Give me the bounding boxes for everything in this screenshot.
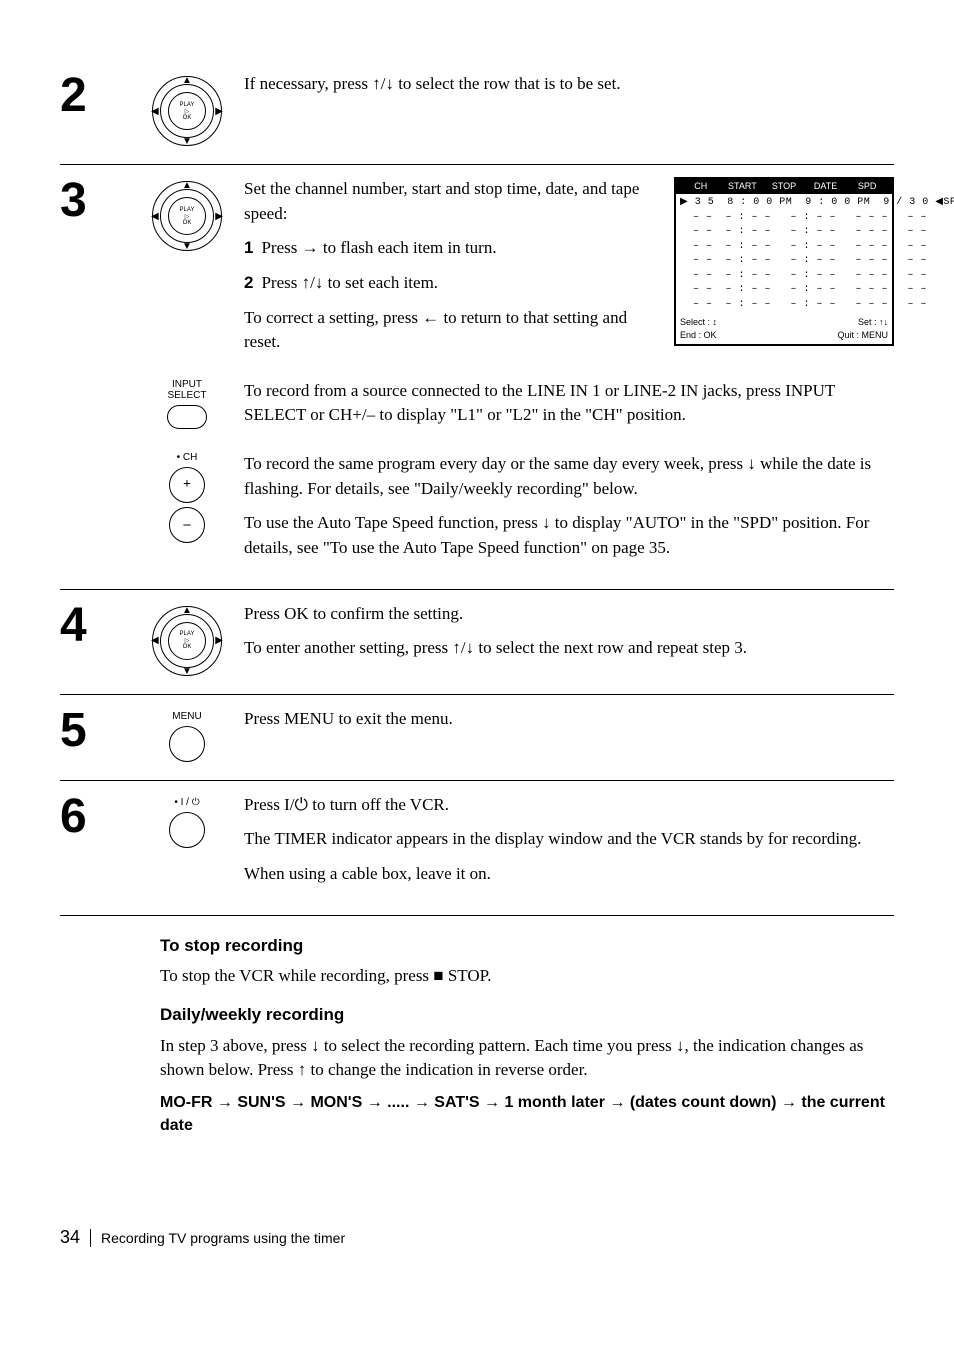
nav-wheel-icon: PLAY ▷ OK ▲ ▼ ◀ ▶ xyxy=(152,181,222,251)
step-icon-column: • I / ⏻ xyxy=(142,793,232,848)
osd-row-active: ▶ 3 5 8 : 0 0 PM 9 : 0 0 PM 9 / 3 0 ◀SP▶ xyxy=(680,196,888,211)
page-number: 34 xyxy=(60,1227,80,1248)
substep-num: 2 xyxy=(244,273,253,292)
step-number: 5 xyxy=(60,707,130,755)
osd-col-ch: CH xyxy=(680,180,722,193)
step-6-line3: When using a cable box, leave it on. xyxy=(244,862,894,887)
power-button-icon xyxy=(169,812,205,848)
step-body: If necessary, press ↑/↓ to select the ro… xyxy=(244,72,894,107)
stop-recording-text: To stop the VCR while recording, press ■… xyxy=(160,964,894,989)
step-6-line1: Press I/⏻ to turn off the VCR. xyxy=(244,793,894,818)
daily-text: To record the same program every day or … xyxy=(244,452,894,501)
osd-row-blank: – – – : – – – : – – – – – – – xyxy=(680,211,888,226)
step-6-line2: The TIMER indicator appears in the displ… xyxy=(244,827,894,852)
osd-row-blank: – – – : – – – : – – – – – – – xyxy=(680,298,888,313)
osd-end-label: End xyxy=(680,330,696,340)
step-4-line2: To enter another setting, press ↑/↓ to s… xyxy=(244,636,894,661)
ch-block: • CH + – To record the same program ever… xyxy=(142,452,894,571)
input-select-text: To record from a source connected to the… xyxy=(244,379,894,428)
step-number: 4 xyxy=(60,602,130,650)
input-select-button-icon xyxy=(167,405,207,429)
step-body: Press I/⏻ to turn off the VCR. The TIMER… xyxy=(244,793,894,897)
osd-end-sym: : OK xyxy=(699,330,717,340)
footer-divider xyxy=(90,1229,91,1247)
osd-col-stop: STOP xyxy=(763,180,805,193)
page-footer: 34 Recording TV programs using the timer xyxy=(60,1227,894,1248)
osd-row-blank: – – – : – – – : – – – – – – – xyxy=(680,240,888,255)
step-icon-column: PLAY ▷ OK ▲ ▼ ◀ ▶ xyxy=(142,177,232,251)
osd-row-blank: – – – : – – – : – – – – – – – xyxy=(680,254,888,269)
after-steps: To stop recording To stop the VCR while … xyxy=(160,934,894,1138)
stop-recording-heading: To stop recording xyxy=(160,934,894,959)
step-2-text: If necessary, press ↑/↓ to select the ro… xyxy=(244,72,894,97)
menu-label: MENU xyxy=(172,711,201,722)
step-4: 4 PLAY ▷ OK ▲ ▼ ◀ ▶ Press OK to confirm … xyxy=(60,590,894,695)
nav-wheel-icon: PLAY ▷ OK ▲ ▼ ◀ ▶ xyxy=(152,606,222,676)
osd-row-blank: – – – : – – – : – – – – – – – xyxy=(680,225,888,240)
osd-timer-table: CH START STOP DATE SPD ▶ 3 5 8 : 0 0 PM … xyxy=(674,177,894,346)
step-6: 6 • I / ⏻ Press I/⏻ to turn off the VCR.… xyxy=(60,781,894,916)
osd-col-date: DATE xyxy=(805,180,847,193)
step-icon-column: PLAY ▷ OK ▲ ▼ ◀ ▶ xyxy=(142,602,232,676)
daily-weekly-text: In step 3 above, press ↓ to select the r… xyxy=(160,1034,894,1083)
ch-label: • CH xyxy=(177,452,198,463)
substep-text: Press ↑/↓ to set each item. xyxy=(261,273,438,292)
osd-select-label: Select xyxy=(680,317,705,327)
auto-text: To use the Auto Tape Speed function, pre… xyxy=(244,511,894,560)
osd-row-blank: – – – : – – – : – – – – – – – xyxy=(680,283,888,298)
osd-col-start: START xyxy=(722,180,764,193)
power-label: • I / ⏻ xyxy=(174,797,199,808)
ch-minus-button-icon: – xyxy=(169,507,205,543)
osd-set-sym: : ↑↓ xyxy=(874,317,888,327)
step-icon-column: PLAY ▷ OK ▲ ▼ ◀ ▶ xyxy=(142,72,232,146)
menu-button-icon xyxy=(169,726,205,762)
osd-quit-label: Quit xyxy=(837,330,854,340)
step-number: 6 xyxy=(60,793,130,841)
step-5-text: Press MENU to exit the menu. xyxy=(244,707,894,732)
step-4-line1: Press OK to confirm the setting. xyxy=(244,602,894,627)
step-body: Press MENU to exit the menu. xyxy=(244,707,894,742)
recording-pattern-sequence: MO-FR → SUN'S → MON'S → ..... → SAT'S → … xyxy=(160,1091,894,1137)
step-body: Press OK to confirm the setting. To ente… xyxy=(244,602,894,671)
osd-quit-sym: : MENU xyxy=(857,330,889,340)
substep-num: 1 xyxy=(244,238,253,257)
osd-body: ▶ 3 5 8 : 0 0 PM 9 : 0 0 PM 9 / 3 0 ◀SP▶… xyxy=(676,194,892,314)
input-select-block: INPUT SELECT To record from a source con… xyxy=(142,379,894,438)
osd-col-spd: SPD xyxy=(846,180,888,193)
substep-text: Press → to flash each item in turn. xyxy=(261,238,496,257)
osd-set-label: Set xyxy=(858,317,872,327)
step-body: CH START STOP DATE SPD ▶ 3 5 8 : 0 0 PM … xyxy=(244,177,894,571)
ch-plus-button-icon: + xyxy=(169,467,205,503)
step-number: 2 xyxy=(60,72,130,120)
input-select-label: INPUT SELECT xyxy=(168,379,207,401)
osd-header: CH START STOP DATE SPD xyxy=(676,179,892,194)
step-2: 2 PLAY ▷ OK ▲ ▼ ◀ ▶ If necessary, press … xyxy=(60,60,894,165)
nav-wheel-icon: PLAY ▷ OK ▲ ▼ ◀ ▶ xyxy=(152,76,222,146)
osd-row-blank: – – – : – – – : – – – – – – – xyxy=(680,269,888,284)
step-3: 3 PLAY ▷ OK ▲ ▼ ◀ ▶ CH START STOP DATE S… xyxy=(60,165,894,590)
step-5: 5 MENU Press MENU to exit the menu. xyxy=(60,695,894,781)
daily-weekly-heading: Daily/weekly recording xyxy=(160,1003,894,1028)
footer-title: Recording TV programs using the timer xyxy=(101,1230,345,1246)
osd-footer: Select : ↕ End : OK Set : ↑↓ Quit : MENU xyxy=(676,314,892,344)
step-icon-column: MENU xyxy=(142,707,232,762)
osd-select-sym: : ↕ xyxy=(708,317,718,327)
step-number: 3 xyxy=(60,177,130,225)
